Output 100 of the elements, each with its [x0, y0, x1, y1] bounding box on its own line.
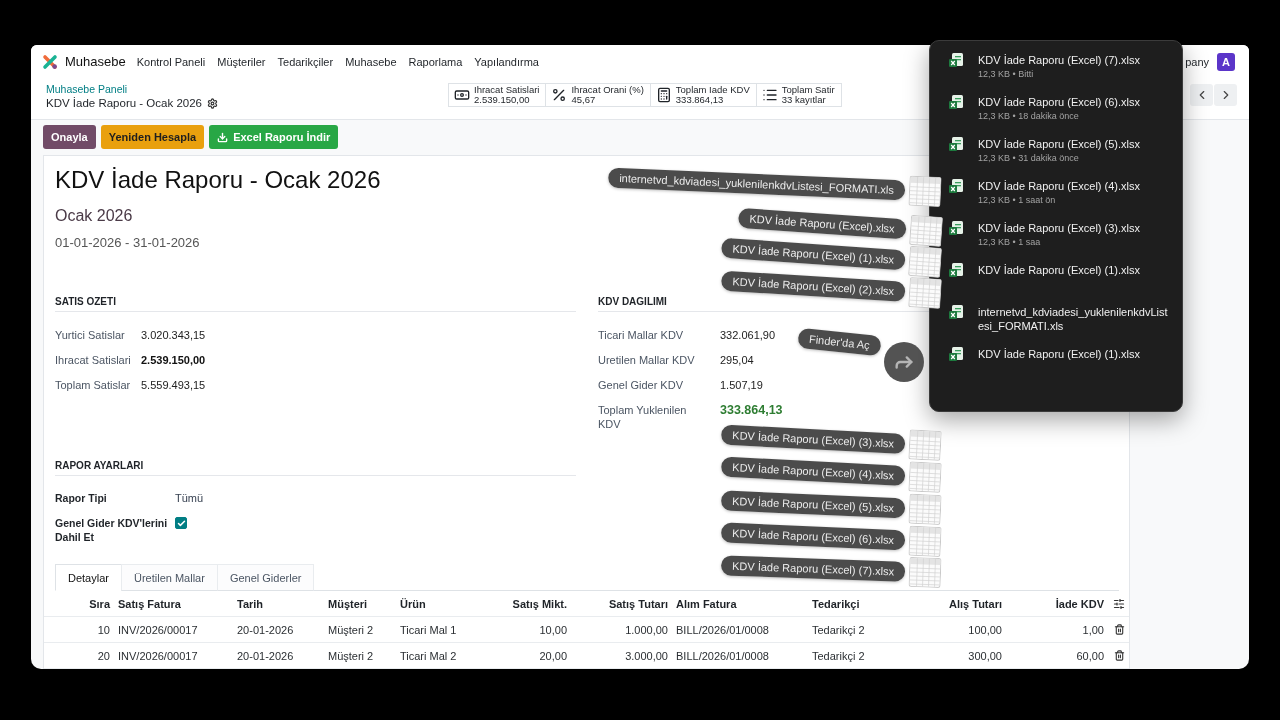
- percent-icon: [551, 87, 568, 103]
- field-label: Rapor Tipi: [55, 491, 107, 505]
- table-cell-text: 20-01-2026: [236, 622, 295, 637]
- calculator-icon: [655, 87, 672, 103]
- field-label: Genel Gider KDV'lerini Dahil Et: [55, 516, 169, 544]
- download-status: 12,3 KB • 1 saat ön: [978, 194, 1056, 207]
- file-name[interactable]: KDV İade Raporu (Excel) (4).xlsx: [978, 179, 1140, 193]
- tab[interactable]: Üretilen Mallar: [120, 564, 218, 591]
- field-label: Ticari Mallar KDV: [598, 327, 684, 342]
- company-name[interactable]: pany: [1185, 55, 1209, 68]
- report-title: KDV İade Raporu - Ocak 2026: [55, 165, 381, 195]
- spreadsheet-file-icon: [949, 305, 963, 319]
- field-label: Toplam Satislar: [55, 377, 131, 392]
- next-button[interactable]: [1214, 84, 1237, 106]
- trash-icon[interactable]: [1113, 624, 1125, 635]
- stat-button[interactable]: Ihracat Satislari 2.539.150,00: [448, 83, 547, 107]
- spreadsheet-preview-icon: [908, 493, 942, 525]
- field-label: Genel Gider KDV: [598, 377, 683, 392]
- column-header[interactable]: Müşteri: [324, 596, 372, 611]
- section-title: KDV DAGILIMI: [598, 295, 667, 308]
- spreadsheet-file-icon: [949, 53, 963, 67]
- field-value: 295,04: [720, 352, 754, 367]
- download-status: 12,3 KB • 18 dakika önce: [978, 110, 1079, 123]
- file-name[interactable]: KDV İade Raporu (Excel) (1).xlsx: [978, 347, 1140, 361]
- table-cell-text: Tedarikçi 2: [811, 622, 866, 637]
- checkbox[interactable]: [175, 517, 187, 529]
- menu-item[interactable]: Tedarikçiler: [277, 55, 334, 68]
- table-cell-text: 100,00: [967, 622, 1003, 637]
- table-cell-text: Ticari Mal 2: [399, 648, 458, 663]
- breadcrumb-link[interactable]: Muhasebe Paneli: [46, 83, 128, 96]
- sliders-icon[interactable]: [1113, 597, 1125, 610]
- confirm-button[interactable]: Onayla: [43, 125, 96, 149]
- column-header[interactable]: Satış Mikt.: [508, 596, 571, 611]
- column-header[interactable]: Tarih: [233, 596, 268, 611]
- stat-button[interactable]: Toplam Satir 33 kayıtlar: [755, 83, 842, 107]
- menu-item[interactable]: Yapılandırma: [474, 55, 539, 68]
- spreadsheet-file-icon: [949, 347, 963, 361]
- field-label: Toplam Yuklenilen KDV: [598, 402, 688, 431]
- field-label: Uretilen Mallar KDV: [598, 352, 695, 367]
- column-header[interactable]: Sıra: [85, 596, 114, 611]
- section-title: RAPOR AYARLARI: [55, 458, 144, 472]
- menu-item[interactable]: Kontrol Paneli: [136, 55, 206, 68]
- table-cell-text: 10: [96, 622, 111, 637]
- recalculate-button[interactable]: Yeniden Hesapla: [100, 125, 205, 149]
- settings-icon[interactable]: [207, 97, 218, 109]
- file-name[interactable]: internetvd_kdviadesi_yuklenilenkdvListesi_FORMATI.xls: [978, 305, 1168, 333]
- download-status: 12,3 KB • 1 saa: [978, 236, 1041, 249]
- file-name[interactable]: KDV İade Raporu (Excel) (6).xlsx: [978, 95, 1140, 109]
- section-title: SATIS OZETI: [55, 295, 116, 308]
- table-cell-text: Müşteri 2: [327, 648, 375, 663]
- table-cell-text: Tedarikçi 2: [811, 648, 866, 663]
- date-range: 01-01-2026 - 31-01-2026: [55, 234, 200, 252]
- file-name[interactable]: KDV İade Raporu (Excel) (7).xlsx: [978, 53, 1140, 67]
- field-value: 1.507,19: [720, 377, 763, 392]
- app-logo-icon[interactable]: [42, 53, 58, 70]
- column-header[interactable]: Tedarikçi: [808, 596, 864, 611]
- spreadsheet-preview-icon: [908, 175, 942, 207]
- previous-button[interactable]: [1190, 84, 1213, 106]
- table-cell-text: 300,00: [967, 648, 1003, 663]
- tab[interactable]: Detaylar: [55, 564, 122, 591]
- stat-button[interactable]: Toplam Iade KDV 333.864,13: [649, 83, 757, 107]
- table-cell-text: BILL/2026/01/0008: [675, 648, 770, 663]
- menu-item[interactable]: Raporlama: [408, 55, 463, 68]
- column-header[interactable]: Alış Tutarı: [945, 596, 1006, 611]
- field-value: 2.539.150,00: [141, 352, 206, 367]
- spreadsheet-preview-icon: [908, 245, 943, 278]
- download-status: 12,3 KB • Bitti: [978, 68, 1034, 81]
- field-value: 332.061,90: [720, 327, 776, 342]
- spreadsheet-file-icon: [949, 137, 963, 151]
- file-name[interactable]: KDV İade Raporu (Excel) (1).xlsx: [978, 263, 1140, 277]
- column-header[interactable]: Satış Fatura: [114, 596, 185, 611]
- app-name[interactable]: Muhasebe: [65, 54, 126, 69]
- column-header[interactable]: İade KDV: [1051, 596, 1108, 611]
- table-cell-text: INV/2026/00017: [117, 622, 199, 637]
- spreadsheet-file-icon: [949, 263, 963, 277]
- tab[interactable]: Genel Giderler: [216, 564, 315, 591]
- field-value: 333.864,13: [720, 402, 783, 417]
- user-avatar[interactable]: A: [1217, 52, 1235, 71]
- banknote-icon: [454, 87, 470, 103]
- menu-item[interactable]: Muhasebe: [345, 55, 397, 68]
- stat-button[interactable]: Ihracat Orani (%) 45,67: [545, 83, 651, 107]
- menu-item[interactable]: Müşteriler: [217, 55, 266, 68]
- breadcrumb-current: KDV İade Raporu - Ocak 2026: [46, 96, 202, 110]
- spreadsheet-file-icon: [949, 95, 963, 109]
- list-icon: [761, 87, 778, 103]
- spreadsheet-preview-icon: [908, 277, 942, 309]
- column-header[interactable]: Ürün: [396, 596, 430, 611]
- column-header[interactable]: Satış Tutarı: [604, 596, 672, 611]
- spreadsheet-file-icon: [949, 221, 963, 235]
- column-header[interactable]: Alım Fatura: [672, 596, 741, 611]
- table-cell-text: 60,00: [1075, 648, 1105, 663]
- table-cell-text: INV/2026/00017: [117, 648, 199, 663]
- file-name[interactable]: KDV İade Raporu (Excel) (5).xlsx: [978, 137, 1140, 151]
- trash-icon[interactable]: [1113, 650, 1125, 661]
- spreadsheet-file-icon: [949, 179, 963, 193]
- field-value: Tümü: [175, 491, 204, 505]
- table-cell-text: 20: [96, 648, 111, 663]
- file-name[interactable]: KDV İade Raporu (Excel) (3).xlsx: [978, 221, 1140, 235]
- field-label: Yurtici Satislar: [55, 327, 125, 342]
- table-cell-text: 1,00: [1081, 622, 1105, 637]
